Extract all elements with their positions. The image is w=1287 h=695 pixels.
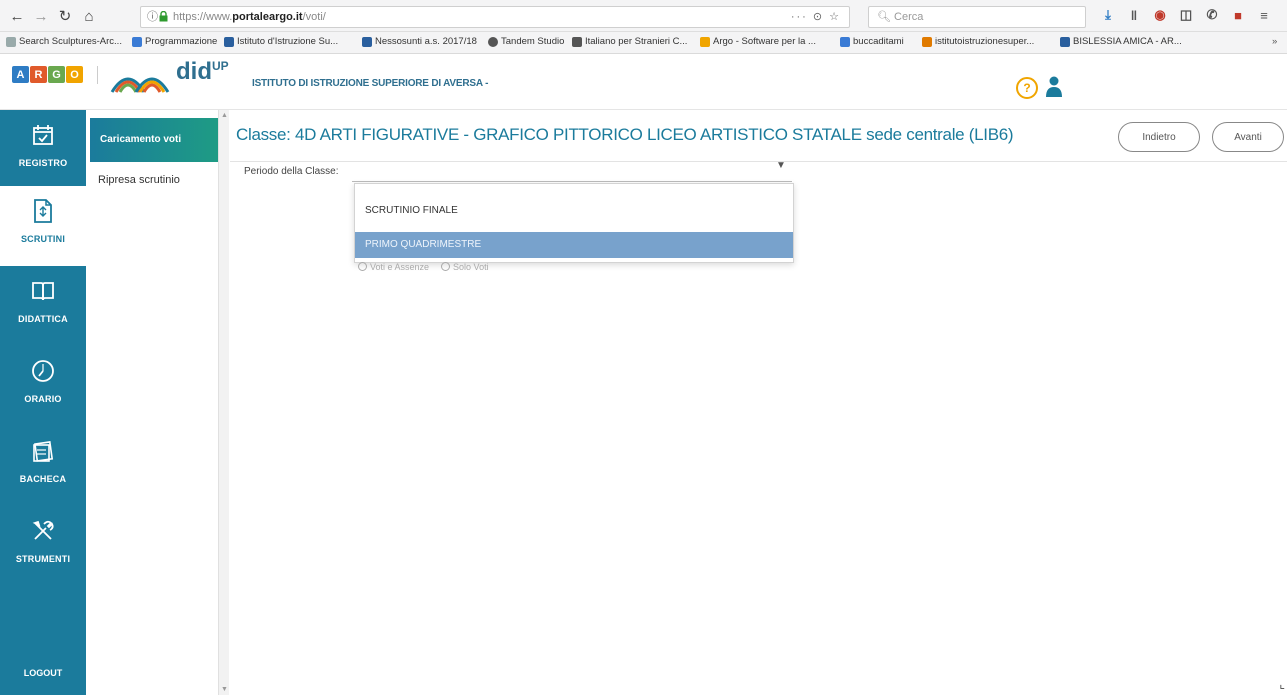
browser-toolbar: ← → ↻ ⌂ ⓘ https://www.portaleargo.it/vot… [0,0,1287,32]
book-icon [26,274,60,308]
main-content: Classe: 4D ARTI FIGURATIVE - GRAFICO PIT… [230,110,1287,695]
bookmark-icon [1060,36,1070,47]
bookmarks-bar: Search Sculptures-Arc... Programmazione … [0,32,1287,54]
reload-icon[interactable]: ↻ [54,5,76,27]
nav-label: REGISTRO [18,158,68,168]
back-button[interactable]: Indietro [1118,122,1200,152]
period-select[interactable] [352,162,792,182]
bookmark-item[interactable]: Argo - Software per la ... [700,36,816,47]
nav-didattica[interactable]: DIDATTICA [0,266,86,346]
bookmark-icon [922,36,932,47]
library-icon[interactable]: ‖ [1126,6,1142,24]
title-bar: Classe: 4D ARTI FIGURATIVE - GRAFICO PIT… [230,110,1287,162]
document-icon [26,194,60,228]
info-icon[interactable]: ⓘ [147,7,158,27]
bookmark-icon [840,36,850,47]
logo-letter: O [66,66,83,83]
bookmark-item[interactable]: Nessosunti a.s. 2017/18 [362,36,477,47]
pocket-icon[interactable]: ◉ [1152,6,1168,24]
school-name: ISTITUTO DI ISTRUZIONE SUPERIORE DI AVER… [252,78,489,89]
bookmark-icon [572,36,582,47]
dropdown-option-selected[interactable]: PRIMO QUADRIMESTRE [355,232,793,258]
home-icon[interactable]: ⌂ [78,5,100,27]
tools-icon [26,514,60,548]
nav-label: ORARIO [24,394,62,404]
didup-arcs-icon [110,77,170,93]
nav-label: DIDATTICA [18,314,68,324]
nav-label: SCRUTINI [20,234,66,244]
header-divider [97,66,98,84]
back-icon[interactable]: ← [6,5,28,27]
calendar-check-icon [26,118,60,152]
logo-letter: R [30,66,47,83]
download-icon[interactable]: ⤓ [1100,6,1116,24]
app-name: didUP [176,58,229,85]
radio-circle-icon [358,262,367,271]
bookmark-icon [6,36,16,47]
page-actions[interactable]: ··· ⊙ ☆ [791,7,841,27]
next-button[interactable]: Avanti [1212,122,1284,152]
submenu-scrollbar[interactable]: ▲ ▼ [218,110,229,695]
nav-orario[interactable]: ORARIO [0,346,86,426]
logo-letter: A [12,66,29,83]
nav-label: STRUMENTI [15,554,71,564]
bookmark-item[interactable]: Italiano per Stranieri C... [572,36,687,47]
scroll-down-icon[interactable]: ▼ [221,686,228,693]
bookmark-item[interactable]: Search Sculptures-Arc... [6,36,122,47]
logo-letter: G [48,66,65,83]
screenshot-icon[interactable]: ✆ [1204,6,1220,24]
app-header: A R G O didUP ISTITUTO DI ISTRUZIONE SUP… [0,54,1287,110]
menu-icon[interactable]: ≡ [1256,6,1272,24]
forward-icon[interactable]: → [30,5,52,27]
bookmark-icon [488,36,498,47]
bookmark-item[interactable]: Istituto d'Istruzione Su... [224,36,338,47]
url-text: https://www.portaleargo.it/voti/ [173,11,326,23]
bookmark-item[interactable]: istitutoistruzionesuper... [922,36,1034,47]
period-dropdown: SCRUTINIO FINALE PRIMO QUADRIMESTRE [354,183,794,263]
clock-icon [26,354,60,388]
address-bar[interactable]: ⓘ https://www.portaleargo.it/voti/ ··· ⊙… [140,6,850,28]
bookmark-item[interactable]: buccaditami [840,36,904,47]
nav-bacheca[interactable]: BACHECA [0,426,86,506]
browser-search-input[interactable]: 🔍︎ Cerca [868,6,1086,28]
bookmark-icon [362,36,372,47]
bookmarks-overflow-icon[interactable]: » [1272,36,1277,47]
sub-menu: Caricamento voti Ripresa scrutinio [86,110,229,695]
bookmark-item[interactable]: BISLESSIA AMICA - AR... [1060,36,1182,47]
lock-icon [159,11,168,22]
bookmark-icon [700,36,710,47]
bookmark-item[interactable]: Tandem Studio [488,36,564,47]
extension-icon[interactable]: ■ [1230,6,1246,24]
bookmark-icon [132,36,142,47]
resize-corner-icon[interactable]: ⌞ [1279,677,1285,691]
sub-item-caricamento-voti[interactable]: Caricamento voti [90,118,220,162]
sync-icon[interactable]: ◫ [1178,6,1194,24]
bookmark-icon [224,36,234,47]
nav-label: BACHECA [19,474,67,484]
user-icon[interactable] [1046,76,1062,98]
logout-link[interactable]: LOGOUT [0,668,86,678]
argo-logo[interactable]: A R G O [12,66,83,83]
sub-item-ripresa-scrutinio[interactable]: Ripresa scrutinio [98,174,180,186]
nav-strumenti[interactable]: STRUMENTI [0,506,86,586]
board-icon [26,434,60,468]
main-sidebar: REGISTRO SCRUTINI DIDATTICA ORARIO BACHE… [0,110,86,695]
help-icon[interactable]: ? [1016,77,1038,99]
radio-circle-icon [441,262,451,271]
chevron-down-icon[interactable]: ▼ [776,160,786,171]
radio-voti-assenze[interactable]: Voti e Assenze [358,262,429,272]
nav-scrutini[interactable]: SCRUTINI [0,186,86,266]
period-label: Periodo della Classe: [244,166,339,177]
bookmark-item[interactable]: Programmazione [132,36,217,47]
nav-registro[interactable]: REGISTRO [0,110,86,190]
dropdown-option[interactable]: SCRUTINIO FINALE [355,198,793,224]
radio-group: Voti e Assenze Solo Voti [358,262,489,272]
scroll-up-icon[interactable]: ▲ [221,112,228,119]
page-title: Classe: 4D ARTI FIGURATIVE - GRAFICO PIT… [236,125,1014,144]
radio-solo-voti[interactable]: Solo Voti [441,262,489,272]
